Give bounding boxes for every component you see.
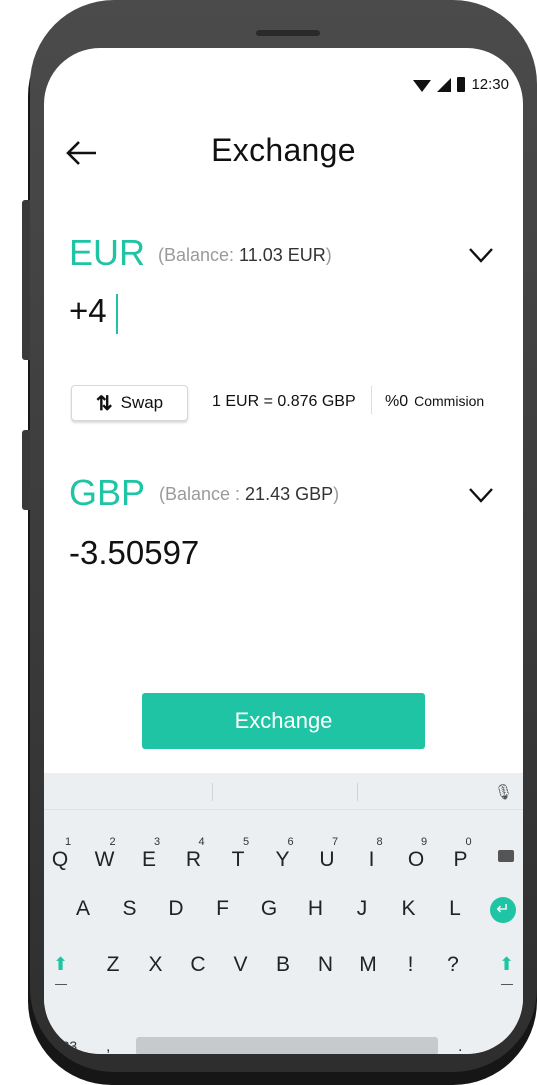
- key-d[interactable]: D: [161, 897, 191, 921]
- exchange-button[interactable]: Exchange: [142, 693, 425, 749]
- key-l[interactable]: L: [440, 897, 470, 921]
- key-b[interactable]: B: [268, 953, 298, 977]
- key-number-hint: 7: [332, 836, 339, 848]
- soft-keyboard: 🎙 Q1 W2 E3 R4 T5 Y6 U7 I8 O9 P0 ASDFGHJKL ZXCVBNM…: [44, 773, 523, 1054]
- key-z[interactable]: Z: [98, 953, 128, 977]
- key-number-hint: 6: [287, 836, 294, 848]
- phone-side-button: [22, 200, 30, 360]
- from-balance-prefix: (Balance:: [158, 245, 240, 265]
- key-c[interactable]: C: [183, 953, 213, 977]
- key-number-hint: 2: [109, 836, 116, 848]
- chevron-down-icon[interactable]: [468, 246, 494, 264]
- suggestion-divider: [357, 783, 358, 801]
- period-key[interactable]: .: [458, 1038, 462, 1054]
- key-o[interactable]: O: [401, 848, 431, 872]
- phone-screen: 12:30 Exchange EUR (Balance: 11.03 EUR) …: [44, 48, 523, 1054]
- exchange-rate: 1 EUR = 0.876 GBP: [212, 393, 356, 410]
- key-exclamation[interactable]: !: [396, 953, 426, 977]
- shift-icon[interactable]: ⬆: [499, 954, 514, 975]
- key-g[interactable]: G: [254, 897, 284, 921]
- status-bar: 12:30: [413, 76, 509, 93]
- to-balance-suffix: ): [333, 484, 340, 504]
- key-t[interactable]: T: [223, 848, 253, 872]
- commission-value: %0: [385, 393, 409, 410]
- shift-underline: [55, 984, 67, 985]
- key-u[interactable]: U: [312, 848, 342, 872]
- suggestion-bar: 🎙: [44, 773, 523, 810]
- divider: [371, 386, 372, 414]
- key-number-hint: 1: [65, 836, 72, 848]
- key-number-hint: 9: [421, 836, 428, 848]
- status-time: 12:30: [471, 76, 509, 93]
- suggestion-divider: [212, 783, 213, 801]
- key-number-hint: 3: [154, 836, 161, 848]
- key-v[interactable]: V: [226, 953, 256, 977]
- key-number-hint: 4: [198, 836, 205, 848]
- swap-button[interactable]: ⇅ Swap: [71, 385, 188, 421]
- key-h[interactable]: H: [301, 897, 331, 921]
- swap-label: Swap: [120, 393, 164, 412]
- battery-icon: [457, 77, 466, 92]
- key-n[interactable]: N: [311, 953, 341, 977]
- shift-underline: [501, 984, 513, 985]
- emoji-key[interactable]: ☺: [499, 1035, 517, 1054]
- from-balance-suffix: ): [325, 245, 332, 265]
- wifi-icon: [413, 79, 432, 92]
- key-a[interactable]: A: [68, 897, 98, 921]
- backspace-icon[interactable]: [498, 850, 514, 862]
- key-p[interactable]: P: [446, 848, 476, 872]
- to-balance-value: 21.43 GBP: [245, 484, 334, 504]
- phone-side-button: [22, 430, 30, 510]
- symbols-key[interactable]: ?123: [46, 1038, 77, 1054]
- commission: %0 Commision: [385, 393, 484, 411]
- key-f[interactable]: F: [208, 897, 238, 921]
- shift-icon[interactable]: ⬆: [53, 954, 68, 975]
- key-number-hint: 0: [465, 836, 472, 848]
- to-balance: (Balance : 21.43 GBP): [159, 484, 339, 505]
- key-r[interactable]: R: [179, 848, 209, 872]
- enter-key[interactable]: ↵: [490, 897, 516, 923]
- key-number-hint: 8: [376, 836, 383, 848]
- key-j[interactable]: J: [347, 897, 377, 921]
- commission-label: Commision: [414, 393, 485, 409]
- to-balance-prefix: (Balance :: [159, 484, 246, 504]
- to-currency-code[interactable]: GBP: [69, 472, 145, 514]
- key-y[interactable]: Y: [268, 848, 298, 872]
- from-amount-input[interactable]: +4: [69, 292, 107, 330]
- from-balance-value: 11.03 EUR: [239, 245, 326, 265]
- text-cursor: [116, 294, 118, 334]
- from-balance: (Balance: 11.03 EUR): [158, 245, 332, 266]
- key-question[interactable]: ?: [438, 953, 468, 977]
- comma-key[interactable]: ,: [106, 1038, 110, 1054]
- key-k[interactable]: K: [394, 897, 424, 921]
- key-q[interactable]: Q: [45, 848, 75, 872]
- signal-icon: [437, 77, 452, 92]
- key-number-hint: 5: [243, 836, 250, 848]
- key-e[interactable]: E: [134, 848, 164, 872]
- space-bar[interactable]: [136, 1037, 438, 1054]
- swap-arrows-icon: ⇅: [95, 392, 113, 415]
- key-x[interactable]: X: [141, 953, 171, 977]
- page-title: Exchange: [211, 132, 356, 168]
- key-w[interactable]: W: [90, 848, 120, 872]
- key-s[interactable]: S: [115, 897, 145, 921]
- chevron-down-icon[interactable]: [468, 486, 494, 504]
- from-currency-code[interactable]: EUR: [69, 232, 145, 274]
- to-amount-value: -3.50597: [69, 534, 200, 571]
- key-i[interactable]: I: [357, 848, 387, 872]
- phone-speaker: [256, 30, 320, 36]
- key-m[interactable]: M: [353, 953, 383, 977]
- microphone-icon[interactable]: 🎙: [494, 783, 513, 801]
